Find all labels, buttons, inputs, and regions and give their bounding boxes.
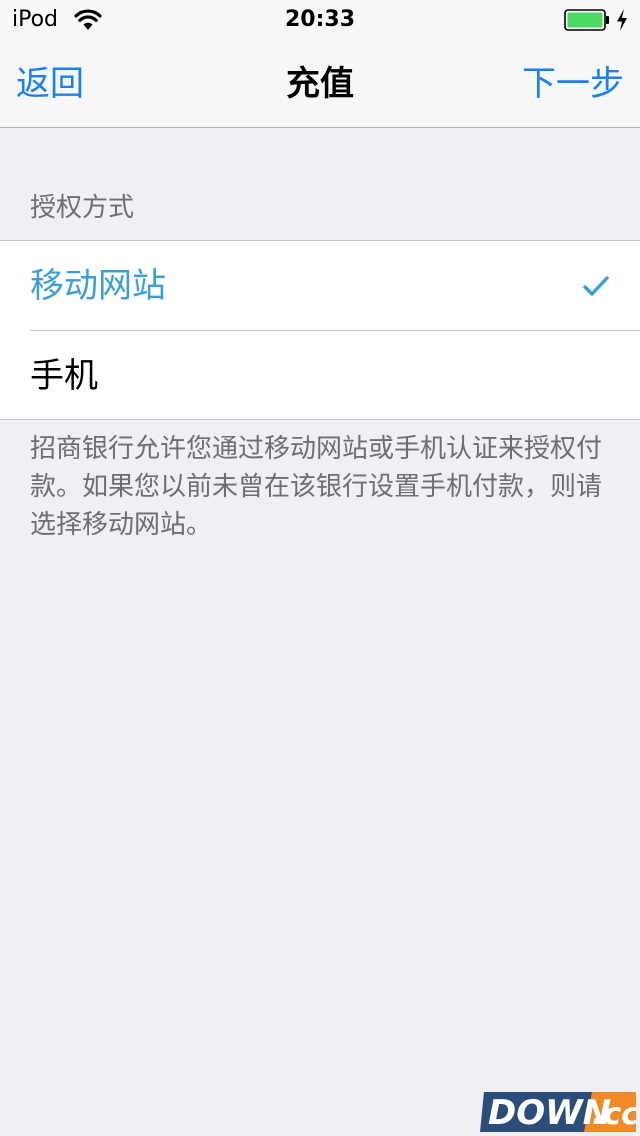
option-label: 手机: [30, 356, 98, 396]
battery-icon: [564, 9, 609, 31]
section-header: 授权方式: [30, 193, 135, 223]
checkmark-icon: [583, 276, 609, 296]
footer-description: 招商银行允许您通过移动网站或手机认证来授权付款。如果您以前未曾在该银行设置手机付…: [30, 434, 603, 540]
next-step-button[interactable]: 下一步: [522, 62, 624, 106]
watermark-suffix: .cc: [592, 1097, 636, 1132]
status-bar: iPod 20:33: [0, 0, 640, 40]
navigation-bar: 返回 充值 下一步: [0, 40, 640, 128]
option-label: 移动网站: [30, 266, 166, 306]
authorization-options: 移动网站 手机: [0, 240, 640, 420]
charging-bolt-icon: [617, 9, 627, 31]
watermark-logo: DOWN .cc: [480, 1092, 636, 1133]
option-mobile-website[interactable]: 移动网站: [0, 241, 640, 331]
status-time: 20:33: [284, 7, 356, 32]
option-phone[interactable]: 手机: [0, 331, 640, 420]
